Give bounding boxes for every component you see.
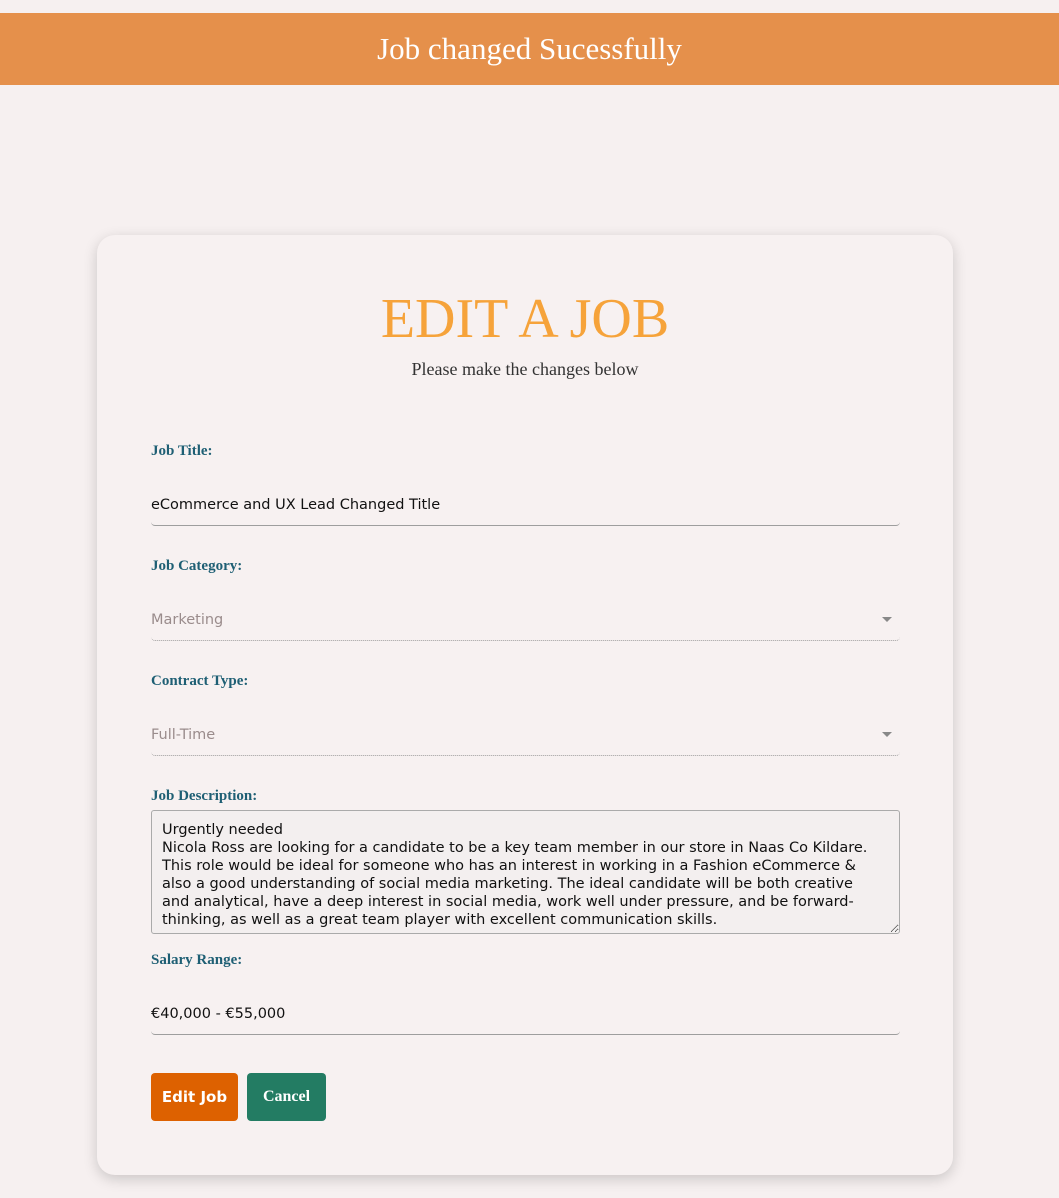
job-title-input[interactable]: eCommerce and UX Lead Changed Title (151, 485, 900, 526)
job-title-label: Job Title: (151, 443, 213, 459)
contract-type-value: Full-Time (151, 727, 216, 743)
success-banner: Job changed Sucessfully (0, 13, 1059, 85)
job-description-textarea[interactable]: Urgently needed Nicola Ross are looking … (151, 810, 900, 934)
edit-job-button[interactable]: Edit Job (151, 1073, 238, 1121)
caret-down-icon (882, 732, 892, 737)
caret-down-icon (882, 617, 892, 622)
page-title: EDIT A JOB (380, 288, 670, 350)
salary-range-label: Salary Range: (151, 952, 243, 968)
contract-type-select[interactable]: Full-Time (151, 715, 900, 756)
page-subtitle: Please make the changes below (411, 359, 639, 379)
job-category-label: Job Category: (151, 558, 243, 574)
job-description-label: Job Description: (151, 788, 258, 804)
cancel-button[interactable]: Cancel (247, 1073, 326, 1121)
job-category-select[interactable]: Marketing (151, 600, 900, 641)
job-category-value: Marketing (151, 612, 224, 628)
edit-job-card: EDIT A JOB Please make the changes below… (97, 235, 953, 1175)
contract-type-label: Contract Type: (151, 673, 249, 689)
salary-range-input[interactable]: €40,000 - €55,000 (151, 994, 900, 1035)
